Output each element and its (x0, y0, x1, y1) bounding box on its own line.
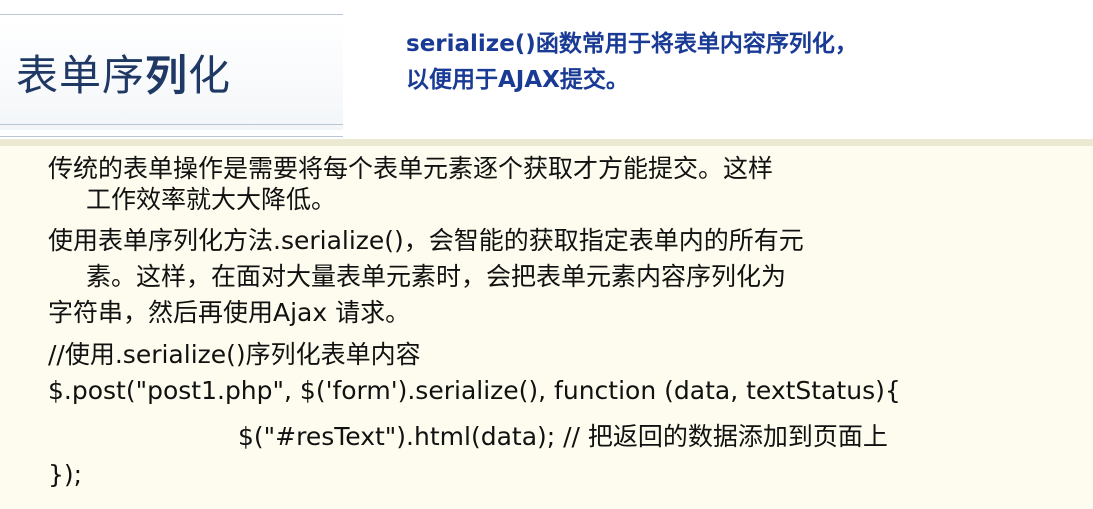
header-bottom-line (0, 124, 343, 125)
code-line-close: }); (48, 460, 83, 489)
code-comment: //使用.serialize()序列化表单内容 (48, 340, 421, 369)
body-line-5: 字符串，然后再使用Ajax 请求。 (48, 298, 411, 327)
subtitle-line-2: 以便用于AJAX提交。 (406, 67, 629, 93)
code-line-html: $("#resText").html(data); // 把返回的数据添加到页面… (238, 422, 888, 451)
code-line-post: $.post("post1.php", $('form').serialize(… (48, 376, 901, 405)
body-line-2: 工作效率就大大降低。 (86, 185, 337, 214)
body-line-4: 素。这样，在面对大量表单元素时，会把表单元素内容序列化为 (86, 262, 787, 291)
title-part-bold: 列 (145, 51, 189, 100)
slide-subtitle: serialize()函数常用于将表单内容序列化， 以便用于AJAX提交。 (406, 26, 858, 98)
title-part-1: 表单序 (16, 51, 146, 100)
body-line-3: 使用表单序列化方法.serialize()，会智能的获取指定表单内的所有元 (48, 226, 804, 255)
slide-title: 表单序列化 (16, 42, 231, 103)
title-part-end: 化 (188, 51, 232, 100)
header-bottom-line-2 (0, 136, 343, 137)
header-top-line (0, 14, 343, 15)
subtitle-line-1: serialize()函数常用于将表单内容序列化， (406, 31, 858, 57)
